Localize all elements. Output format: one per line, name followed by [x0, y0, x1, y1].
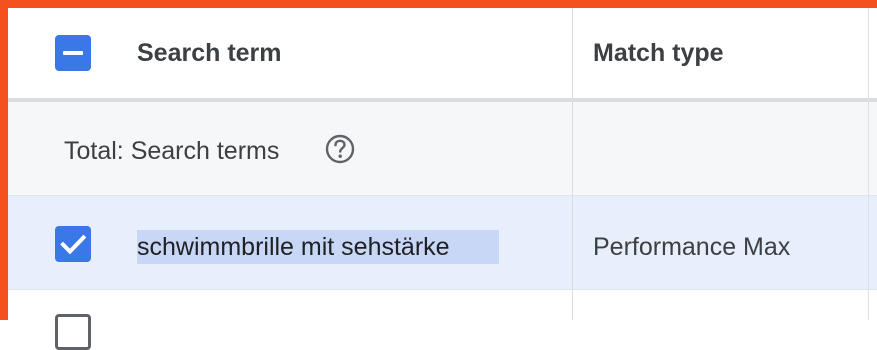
window-frame-left — [0, 0, 8, 320]
select-all-checkbox[interactable] — [55, 35, 91, 71]
row-checkbox[interactable] — [55, 226, 91, 262]
column-divider — [868, 8, 869, 320]
column-divider — [572, 8, 573, 320]
column-header-search-term[interactable]: Search term — [137, 37, 282, 69]
table-row[interactable] — [8, 290, 877, 320]
match-type-cell: Performance Max — [593, 233, 791, 261]
search-term-cell[interactable]: schwimmbrille mit sehstärke — [137, 231, 450, 263]
window-frame-top — [0, 0, 877, 8]
help-icon[interactable] — [323, 132, 357, 166]
row-checkbox[interactable] — [55, 314, 91, 350]
total-label: Total: Search terms — [64, 137, 280, 165]
column-header-match-type[interactable]: Match type — [593, 37, 724, 69]
search-terms-table: Search term Match type Total: Search ter… — [8, 8, 877, 350]
table-header-row: Search term Match type — [8, 8, 877, 98]
checkmark-icon — [60, 234, 87, 255]
